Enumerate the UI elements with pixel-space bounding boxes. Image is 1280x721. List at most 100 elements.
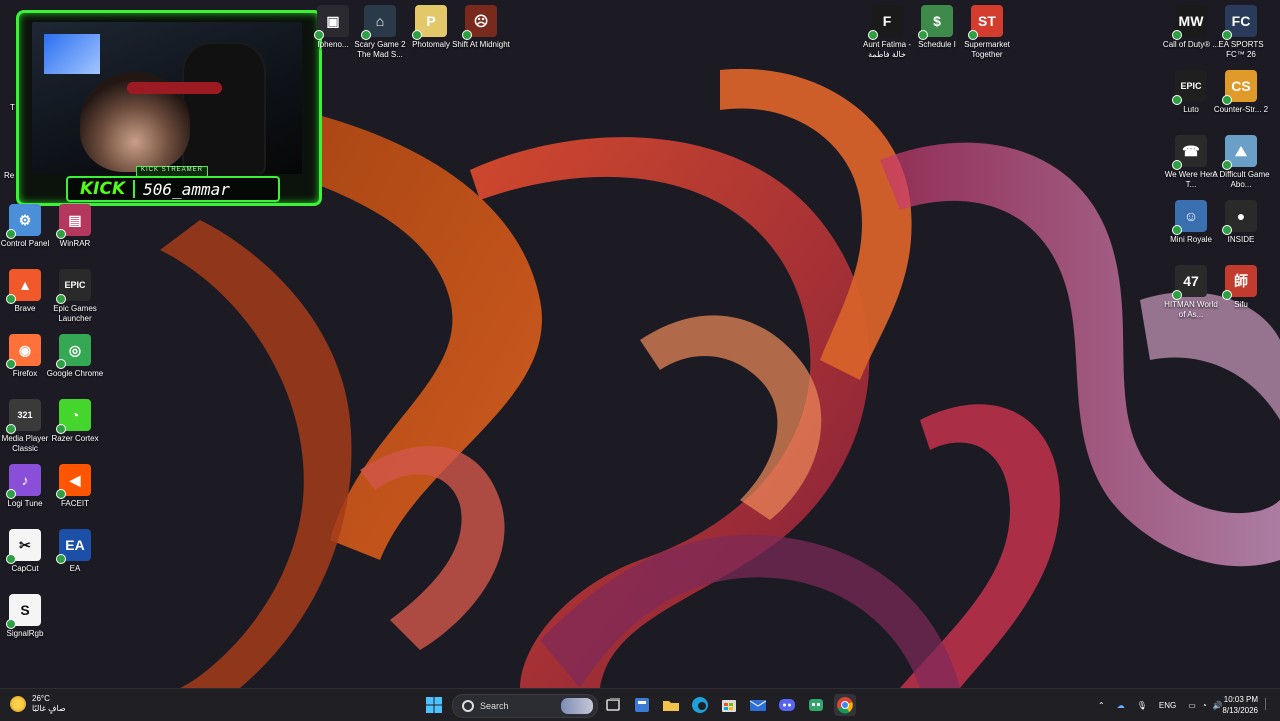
app-icon: 師 [1222, 265, 1257, 300]
desktop-icon[interactable]: CS Counter-Str... 2 [1212, 70, 1270, 115]
store-icon [722, 700, 736, 712]
chrome-button[interactable] [834, 694, 856, 716]
streamer-username: 506_ammar [143, 179, 230, 199]
sync-status-icon [412, 30, 422, 40]
sync-status-icon [56, 229, 66, 239]
store-button[interactable] [718, 694, 740, 716]
desktop-icon[interactable]: EA EA [46, 529, 104, 574]
app-icon: 321 [6, 399, 41, 434]
sync-status-icon [1172, 225, 1182, 235]
app-icon: ST [968, 5, 1003, 40]
desktop-icon[interactable]: S SignalRgb [0, 594, 54, 639]
sync-status-icon [868, 30, 878, 40]
volume-icon[interactable]: 🔊 [1213, 701, 1223, 710]
sync-status-icon [1222, 225, 1232, 235]
desktop-icon[interactable]: ☹ Shift At Midnight [452, 5, 510, 50]
news-widget-icon [635, 698, 649, 712]
discord-button[interactable] [776, 694, 798, 716]
icon-label: SignalRgb [6, 629, 44, 638]
app-icon: ☎ [1172, 135, 1207, 170]
icon-label: INSIDE [1227, 235, 1255, 244]
desktop-icon[interactable]: ● INSIDE [1212, 200, 1270, 245]
sync-status-icon [56, 424, 66, 434]
desktop-icon[interactable]: ⌂ Scary Game 2 The Mad S... [351, 5, 409, 60]
sync-status-icon [56, 359, 66, 369]
sync-status-icon [361, 30, 371, 40]
app-icon: ◔ [56, 399, 91, 434]
sync-status-icon [6, 229, 16, 239]
webcam-monitor [44, 34, 100, 74]
sync-status-icon [1172, 30, 1182, 40]
search-placeholder: Search [480, 701, 509, 711]
app-button[interactable] [805, 694, 827, 716]
app-icon: F [868, 5, 903, 40]
weather-widget[interactable]: 26°C صافٍ غالبًا [10, 694, 66, 714]
edge-button[interactable] [689, 694, 711, 716]
app-icon: ⌂ [361, 5, 396, 40]
app-icon: P [412, 5, 447, 40]
desktop-icon[interactable]: ◀ FACEIT [46, 464, 104, 509]
kick-logo: KICK [68, 180, 136, 198]
desktop-icon[interactable]: ▤ WinRAR [46, 204, 104, 249]
desktop-icon[interactable]: ⛰ A Difficult Game Abo... [1212, 135, 1270, 190]
icon-label: Razer Cortex [51, 434, 99, 443]
file-explorer-button[interactable] [660, 694, 682, 716]
app-icon: ✂ [6, 529, 41, 564]
sync-status-icon [918, 30, 928, 40]
robot-app-icon [809, 699, 823, 711]
app-icon: ● [1222, 200, 1257, 235]
tray-overflow-chevron-icon[interactable]: ⌃ [1098, 701, 1105, 710]
display-icon[interactable]: ▭ [1188, 701, 1196, 710]
sync-status-icon [1222, 160, 1232, 170]
task-view-button[interactable] [602, 694, 624, 716]
desktop-icon[interactable]: ◎ Google Chrome [46, 334, 104, 379]
icon-label: EA [69, 564, 81, 573]
app-icon: ◀ [56, 464, 91, 499]
webcam-headset [127, 82, 222, 94]
app-icon: ⛰ [1222, 135, 1257, 170]
network-icon[interactable]: ◔ [1202, 701, 1207, 710]
widgets-button[interactable] [631, 694, 653, 716]
icon-label: Epic Games Launcher [53, 304, 97, 323]
show-desktop-button[interactable] [1265, 698, 1272, 710]
sync-status-icon [1222, 30, 1232, 40]
search-icon [462, 700, 474, 712]
clock-time: 10:03 PM [1223, 695, 1258, 704]
icon-label: EA SPORTS FC™ 26 [1218, 40, 1264, 59]
sync-status-icon [314, 30, 324, 40]
discord-icon [779, 699, 795, 711]
desktop-icon[interactable]: FC EA SPORTS FC™ 26 [1212, 5, 1270, 60]
sync-status-icon [6, 359, 16, 369]
webcam-chair [182, 42, 266, 174]
taskbar-clock[interactable]: 10:03 PM 8/13/2026 [1222, 694, 1258, 716]
app-icon: EPIC [1172, 70, 1207, 105]
edge-icon [692, 697, 708, 713]
outlook-button[interactable] [747, 694, 769, 716]
app-icon: FC [1222, 5, 1257, 40]
mail-icon [749, 700, 767, 711]
microphone-icon[interactable]: 🎙 [1137, 701, 1147, 710]
app-icon: ◉ [6, 334, 41, 369]
onedrive-cloud-icon[interactable]: ☁ [1117, 701, 1125, 710]
taskbar: 26°C صافٍ غالبًا Search ⌃ ☁ 🎙 ENG ▭ ◔ 🔊 … [0, 688, 1280, 721]
desktop-icon[interactable]: ST Supermarket Together [958, 5, 1016, 60]
desktop-icon[interactable]: EPIC Epic Games Launcher [46, 269, 104, 324]
sync-status-icon [56, 554, 66, 564]
sync-status-icon [6, 489, 16, 499]
start-button[interactable] [423, 694, 445, 716]
app-icon: ☺ [1172, 200, 1207, 235]
sync-status-icon [6, 619, 16, 629]
taskbar-search[interactable]: Search [452, 694, 598, 718]
sync-status-icon [56, 294, 66, 304]
task-view-icon [606, 698, 620, 711]
desktop-icon[interactable]: ◔ Razer Cortex [46, 399, 104, 444]
app-icon: 47 [1172, 265, 1207, 300]
weather-icon [10, 696, 26, 712]
language-indicator[interactable]: ENG [1159, 701, 1176, 710]
app-icon: MW [1172, 5, 1207, 40]
app-icon: ◎ [56, 334, 91, 369]
app-icon: ▣ [314, 5, 349, 40]
icon-label: Counter-Str... 2 [1213, 105, 1269, 114]
sync-status-icon [6, 294, 16, 304]
desktop-icon[interactable]: 師 Sifu [1212, 265, 1270, 310]
